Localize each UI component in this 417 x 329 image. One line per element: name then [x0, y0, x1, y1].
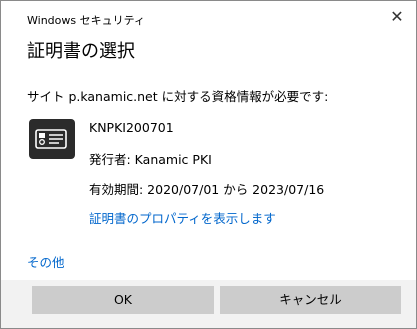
more-options-link[interactable]: その他 — [27, 252, 65, 271]
certificate-properties-link[interactable]: 証明書のプロパティを表示します — [89, 208, 276, 227]
close-button[interactable]: ✕ — [384, 5, 410, 29]
ok-button[interactable]: OK — [32, 286, 214, 314]
credential-message: サイト p.kanamic.net に対する資格情報が必要です: — [27, 89, 329, 104]
certificate-name[interactable]: KNPKI200701 — [89, 120, 174, 135]
certificate-validity: 有効期間: 2020/07/01 から 2023/07/16 — [89, 182, 325, 197]
certificate-icon[interactable] — [29, 119, 75, 159]
close-icon: ✕ — [390, 7, 404, 26]
cancel-button[interactable]: キャンセル — [220, 286, 401, 314]
security-dialog: Windows セキュリティ ✕ 証明書の選択 サイト p.kanamic.ne… — [0, 0, 417, 329]
certificate-issuer: 発行者: Kanamic PKI — [89, 152, 212, 167]
dialog-title: 証明書の選択 — [27, 41, 135, 62]
window-caption: Windows セキュリティ — [27, 14, 145, 27]
